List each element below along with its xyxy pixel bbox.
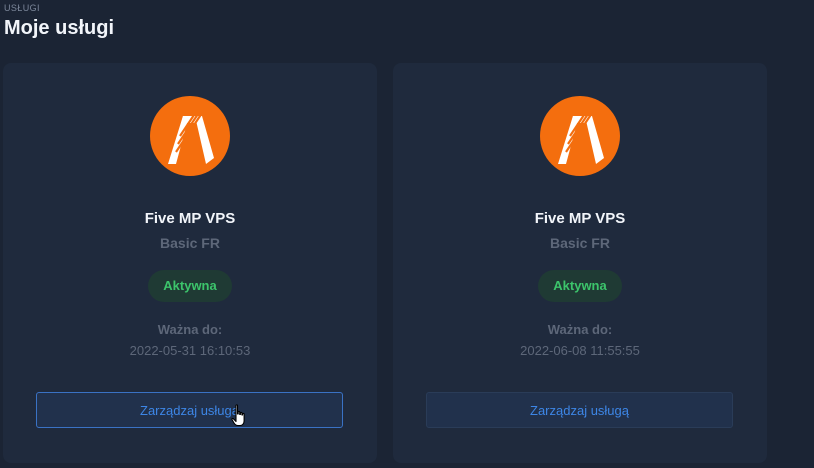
status-badge: Aktywna [538,270,622,302]
valid-until-label: Ważna do: [547,322,613,337]
manage-service-button[interactable]: Zarządzaj usługą [36,392,343,428]
service-plan: Basic FR [550,235,610,251]
service-card: Five MP VPS Basic FR Aktywna Ważna do: 2… [3,63,377,463]
service-name: Five MP VPS [144,210,236,227]
service-plan: Basic FR [160,235,220,251]
page-title: Moje usługi [4,17,114,39]
valid-until-label: Ważna do: [157,322,223,337]
status-badge: Aktywna [148,270,232,302]
service-name: Five MP VPS [534,210,626,227]
fivem-logo-icon [540,96,620,176]
hand-pointer-cursor-icon [231,404,245,427]
fivem-logo-icon [150,96,230,176]
manage-service-button[interactable]: Zarządzaj usługą [426,392,733,428]
breadcrumb: USŁUGI [4,3,40,13]
valid-until-date: 2022-05-31 16:10:53 [129,343,251,358]
service-card: Five MP VPS Basic FR Aktywna Ważna do: 2… [393,63,767,463]
valid-until-date: 2022-06-08 11:55:55 [520,343,640,358]
services-page: USŁUGI Moje usługi Five MP VPS Basic FR … [0,0,814,468]
